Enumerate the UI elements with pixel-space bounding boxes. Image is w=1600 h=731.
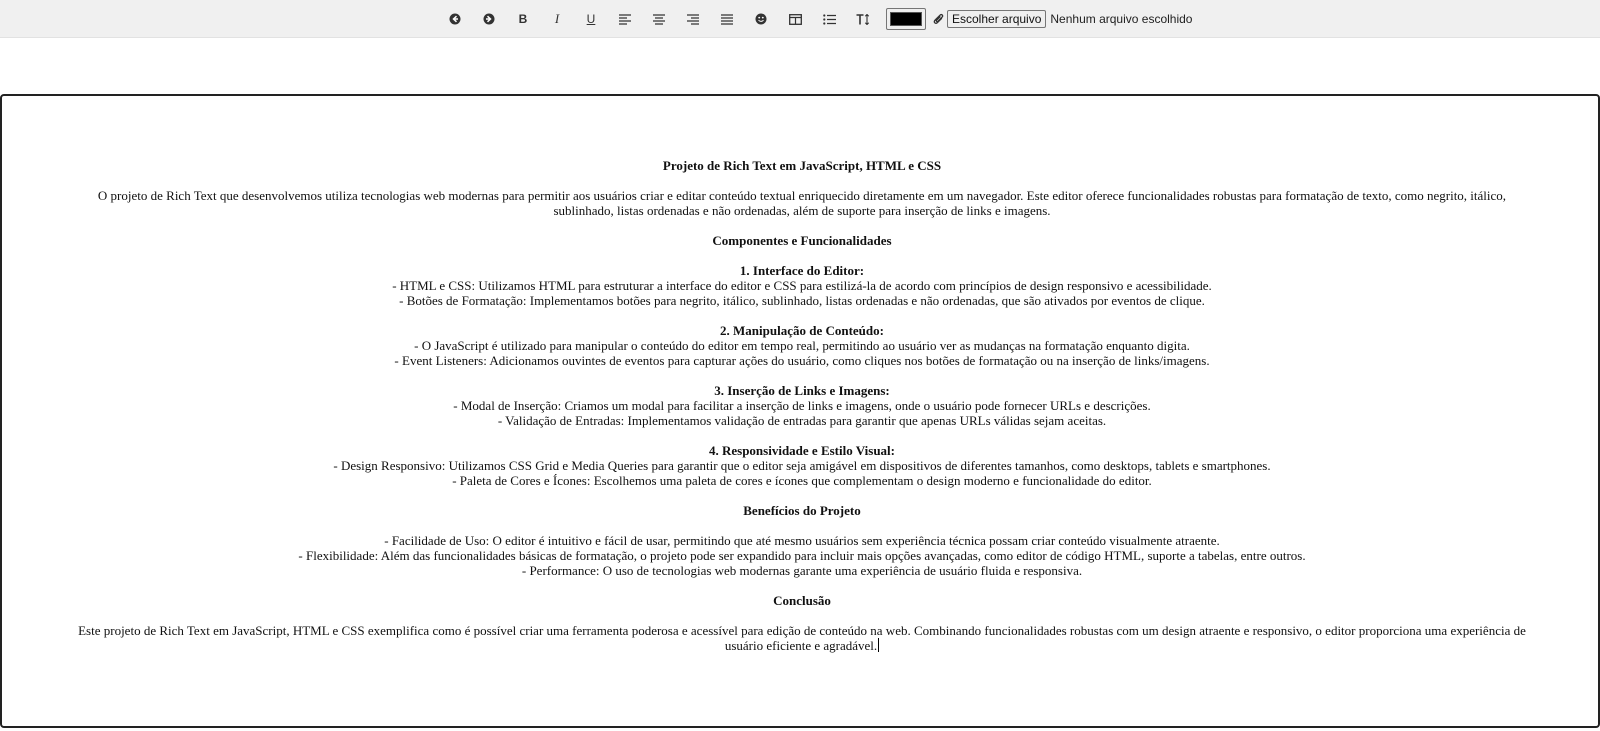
justify-button[interactable]: [710, 9, 744, 29]
list-item: - Performance: O uso de tecnologias web …: [521, 563, 1083, 578]
arrow-right-circle-icon: [483, 13, 495, 25]
subsection-heading-4: 4. Responsividade e Estilo Visual:: [708, 443, 895, 458]
bold-button[interactable]: B: [506, 9, 540, 29]
text-caret: [878, 638, 880, 652]
color-swatch: [890, 12, 922, 26]
align-center-button[interactable]: [642, 9, 676, 29]
attach-button[interactable]: [929, 9, 947, 29]
align-center-icon: [653, 13, 665, 25]
document-title: Projeto de Rich Text em JavaScript, HTML…: [662, 158, 942, 173]
editor-toolbar: B I U Escolher arquivo Nenhum arquivo es…: [0, 0, 1600, 38]
text-height-icon: [856, 13, 870, 25]
list-item: - Flexibilidade: Além das funcionalidade…: [298, 548, 1306, 563]
list-button[interactable]: [812, 9, 846, 29]
arrow-left-circle-icon: [449, 13, 461, 25]
font-size-button[interactable]: [846, 9, 880, 29]
redo-button[interactable]: [472, 9, 506, 29]
list-item: - Paleta de Cores e Ícones: Escolhemos u…: [452, 473, 1152, 488]
list-icon: [822, 13, 836, 25]
subsection-heading-1: 1. Interface do Editor:: [739, 263, 865, 278]
list-item: - Event Listeners: Adicionamos ouvintes …: [394, 353, 1210, 368]
emoji-button[interactable]: [744, 9, 778, 29]
align-right-icon: [687, 13, 699, 25]
align-left-icon: [619, 13, 631, 25]
list-item: - Botões de Formatação: Implementamos bo…: [399, 293, 1205, 308]
align-right-button[interactable]: [676, 9, 710, 29]
rich-text-editor[interactable]: Projeto de Rich Text em JavaScript, HTML…: [0, 94, 1600, 728]
list-item: - Modal de Inserção: Criamos um modal pa…: [453, 398, 1151, 413]
conclusion-paragraph: Este projeto de Rich Text em JavaScript,…: [70, 623, 1534, 653]
list-item: - HTML e CSS: Utilizamos HTML para estru…: [392, 278, 1212, 293]
paperclip-icon: [933, 13, 943, 24]
section-heading-conclusion: Conclusão: [773, 593, 831, 608]
underline-button[interactable]: U: [574, 9, 608, 29]
smile-icon: [755, 13, 767, 25]
subsection-heading-2: 2. Manipulação de Conteúdo:: [720, 323, 884, 338]
align-justify-icon: [721, 13, 733, 25]
table-button[interactable]: [778, 9, 812, 29]
intro-paragraph: O projeto de Rich Text que desenvolvemos…: [97, 188, 1507, 218]
editor-content: Projeto de Rich Text em JavaScript, HTML…: [70, 158, 1534, 653]
list-item: - O JavaScript é utilizado para manipula…: [414, 338, 1190, 353]
subsection-heading-3: 3. Inserção de Links e Imagens:: [714, 383, 890, 398]
toolbar-buttons: B I U Escolher arquivo Nenhum arquivo es…: [438, 8, 1193, 30]
choose-file-button[interactable]: Escolher arquivo: [947, 10, 1047, 28]
section-heading-benefits: Benefícios do Projeto: [743, 503, 861, 518]
italic-button[interactable]: I: [540, 9, 574, 29]
list-item: - Validação de Entradas: Implementamos v…: [497, 413, 1107, 428]
conclusion-text: Este projeto de Rich Text em JavaScript,…: [78, 623, 1526, 653]
text-color-picker[interactable]: [886, 8, 926, 30]
align-left-button[interactable]: [608, 9, 642, 29]
table-icon: [788, 13, 802, 25]
section-heading-components: Componentes e Funcionalidades: [712, 233, 892, 248]
file-status-text: Nenhum arquivo escolhido: [1050, 12, 1193, 26]
list-item: - Design Responsivo: Utilizamos CSS Grid…: [333, 458, 1271, 473]
undo-button[interactable]: [438, 9, 472, 29]
list-item: - Facilidade de Uso: O editor é intuitiv…: [384, 533, 1220, 548]
